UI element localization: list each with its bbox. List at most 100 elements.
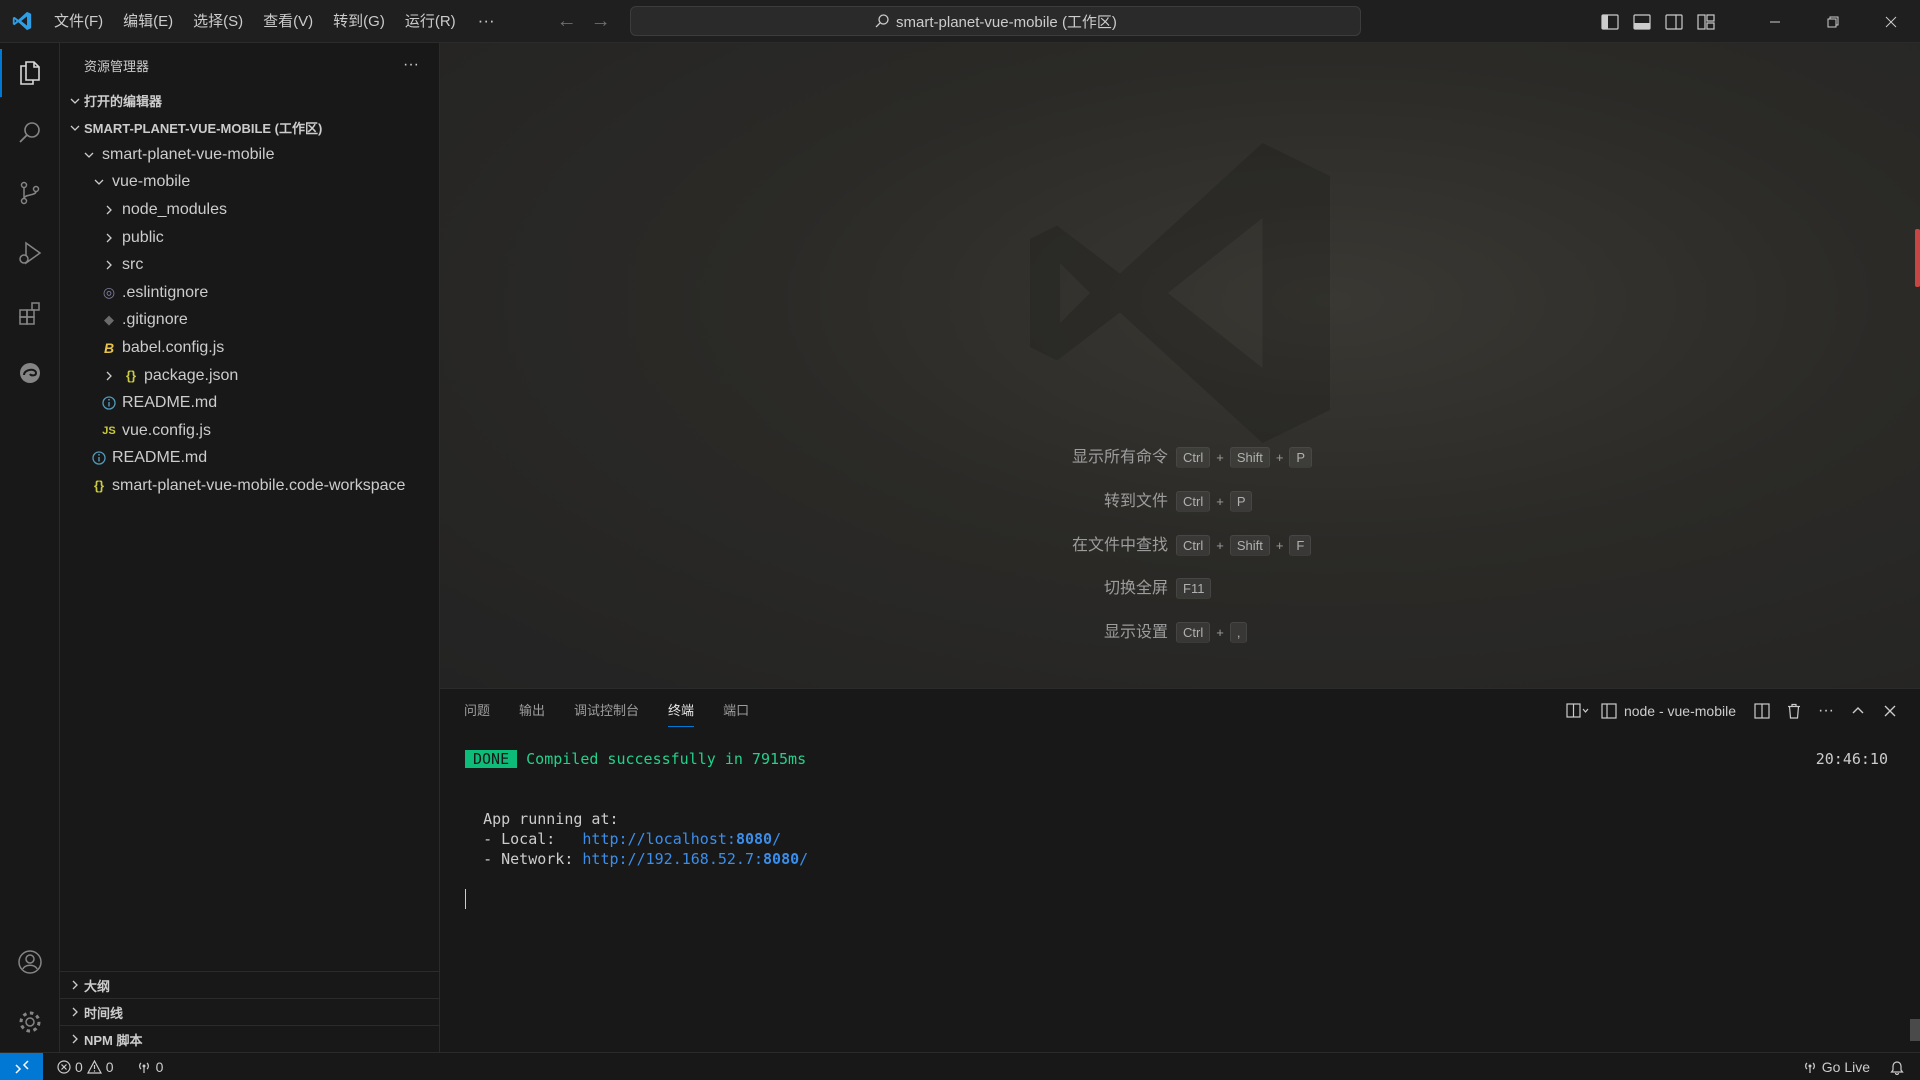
go-live-label: Go Live xyxy=(1821,1059,1870,1075)
tree-item-label: smart-planet-vue-mobile xyxy=(102,145,275,163)
tree-item[interactable]: vue-mobile xyxy=(60,169,439,197)
explorer-activity[interactable] xyxy=(0,43,60,103)
shortcut-find-in-files: 在文件中查找 Ctrl + Shift + F xyxy=(440,531,1920,561)
customize-layout-icon[interactable] xyxy=(1690,0,1722,43)
menu-view[interactable]: 查看(V) xyxy=(253,0,323,43)
menu-file[interactable]: 文件(F) xyxy=(44,0,113,43)
tree-item[interactable]: {} package.json xyxy=(60,362,439,390)
plus: + xyxy=(1275,538,1284,553)
sidebar-header: 资源管理器 ··· xyxy=(60,43,439,87)
toggle-panel-icon[interactable] xyxy=(1626,0,1658,43)
menu-more-button[interactable]: ··· xyxy=(466,11,507,31)
toggle-primary-sidebar-icon[interactable] xyxy=(1594,0,1626,43)
timeline-section[interactable]: 时间线 xyxy=(60,998,439,1025)
extensions-activity[interactable] xyxy=(0,283,60,343)
toggle-secondary-sidebar-icon[interactable] xyxy=(1658,0,1690,43)
tree-item[interactable]: ◆ .gitignore xyxy=(60,307,439,335)
close-icon xyxy=(1885,16,1897,27)
command-center-text: smart-planet-vue-mobile (工作区) xyxy=(896,13,1117,31)
menu-go[interactable]: 转到(G) xyxy=(323,0,395,43)
restore-button[interactable] xyxy=(1804,0,1862,43)
trash-icon xyxy=(1788,703,1800,719)
source-control-activity[interactable] xyxy=(0,163,60,223)
split-terminal-button[interactable] xyxy=(1746,689,1778,733)
terminal-output[interactable]: DONE Compiled successfully in 7915ms App… xyxy=(465,749,808,869)
sidebar-bottom-sections: 大纲 时间线 NPM 脚本 xyxy=(60,971,439,1052)
warning-count: 0 xyxy=(105,1058,114,1075)
terminal-name[interactable]: node - vue-mobile xyxy=(1624,703,1736,719)
outline-label: 大纲 xyxy=(84,978,111,994)
search-activity[interactable] xyxy=(0,103,60,163)
open-editors-section[interactable]: 打开的编辑器 xyxy=(60,87,439,114)
tab-output[interactable]: 输出 xyxy=(519,689,545,733)
tab-terminal[interactable]: 终端 xyxy=(668,689,695,733)
tree-item-label: vue-mobile xyxy=(112,173,191,191)
tree-item[interactable]: public xyxy=(60,224,439,252)
json-icon: {} xyxy=(93,478,105,494)
maximize-panel-button[interactable] xyxy=(1842,689,1874,733)
menu-selection[interactable]: 选择(S) xyxy=(183,0,253,43)
extensions-icon xyxy=(19,302,40,325)
shortcut-keys: Ctrl + Shift + P xyxy=(1176,447,1313,468)
local-url-link[interactable]: http://localhost:8080/ xyxy=(582,830,781,848)
new-terminal-dropdown-button[interactable] xyxy=(1558,689,1598,733)
panel-actions: node - vue-mobile ··· xyxy=(1558,689,1920,733)
back-arrow-icon[interactable]: ← xyxy=(557,10,577,33)
editor-scroll-indicator[interactable] xyxy=(1915,229,1920,287)
split-layout-icon xyxy=(1566,703,1589,718)
editor-area[interactable]: 显示所有命令 Ctrl + Shift + P 转到文件 Ctrl + P 在文件中查… xyxy=(440,43,1920,688)
tree-item-label: public xyxy=(122,228,164,246)
problems-status[interactable]: 0 0 xyxy=(51,1059,120,1075)
edge-devtools-activity[interactable] xyxy=(0,343,60,403)
chevron-down-icon xyxy=(80,149,98,161)
sidebar-more-button[interactable]: ··· xyxy=(403,56,419,74)
terminal-scrollbar[interactable] xyxy=(1910,1019,1920,1041)
shortcut-label: 显示设置 xyxy=(1103,624,1168,641)
tree-item[interactable]: src xyxy=(60,251,439,279)
plus: + xyxy=(1216,494,1224,509)
tab-debug-console[interactable]: 调试控制台 xyxy=(574,689,639,733)
manage-activity[interactable] xyxy=(0,992,60,1052)
git-icon: ◆ xyxy=(104,312,114,328)
tab-ports[interactable]: 端口 xyxy=(723,689,749,733)
ports-status[interactable]: 0 xyxy=(130,1059,170,1075)
workspace-section[interactable]: SMART-PLANET-VUE-MOBILE (工作区) xyxy=(60,114,439,141)
tree-item[interactable]: README.md xyxy=(60,389,439,417)
info-icon xyxy=(90,451,108,465)
notifications-button[interactable] xyxy=(1884,1060,1920,1075)
minimize-button[interactable] xyxy=(1746,0,1804,43)
tree-item[interactable]: README.md xyxy=(60,445,439,473)
menu-edit[interactable]: 编辑(E) xyxy=(113,0,183,43)
close-panel-button[interactable] xyxy=(1874,689,1906,733)
forward-arrow-icon[interactable]: → xyxy=(591,10,611,33)
menu-run[interactable]: 运行(R) xyxy=(395,0,466,43)
shortcut-keys: Ctrl + P xyxy=(1176,491,1253,512)
chevron-right-icon xyxy=(66,1006,84,1018)
vscode-logo-icon[interactable] xyxy=(0,0,44,43)
tree-item[interactable]: JS vue.config.js xyxy=(60,417,439,445)
npm-scripts-section[interactable]: NPM 脚本 xyxy=(60,1025,439,1052)
close-window-button[interactable] xyxy=(1862,0,1920,43)
broadcast-icon xyxy=(1804,1062,1815,1073)
tree-item[interactable]: ◎ .eslintignore xyxy=(60,279,439,307)
babel-icon: B xyxy=(103,339,115,356)
panel-more-button[interactable]: ··· xyxy=(1810,689,1842,733)
key: Shift xyxy=(1229,447,1270,468)
tree-item[interactable]: Bbabel.config.js xyxy=(60,334,439,362)
run-debug-activity[interactable] xyxy=(0,223,60,283)
run-debug-icon xyxy=(19,241,42,265)
outline-section[interactable]: 大纲 xyxy=(60,971,439,998)
shortcut-keys: Ctrl + , xyxy=(1176,622,1248,643)
tree-item[interactable]: {} smart-planet-vue-mobile.code-workspace xyxy=(60,472,439,500)
shortcut-label: 切换全屏 xyxy=(1103,580,1168,597)
minimize-icon xyxy=(1770,21,1780,22)
remote-indicator-button[interactable] xyxy=(0,1052,43,1080)
go-live-button[interactable]: Go Live xyxy=(1796,1059,1884,1075)
kill-terminal-button[interactable] xyxy=(1778,689,1810,733)
tab-problems[interactable]: 问题 xyxy=(464,689,490,733)
tree-item[interactable]: smart-planet-vue-mobile xyxy=(60,141,439,169)
tree-item[interactable]: node_modules xyxy=(60,196,439,224)
accounts-activity[interactable] xyxy=(0,932,60,992)
network-url-link[interactable]: http://192.168.52.7:8080/ xyxy=(582,850,808,868)
command-center-search[interactable]: smart-planet-vue-mobile (工作区) xyxy=(630,6,1361,36)
